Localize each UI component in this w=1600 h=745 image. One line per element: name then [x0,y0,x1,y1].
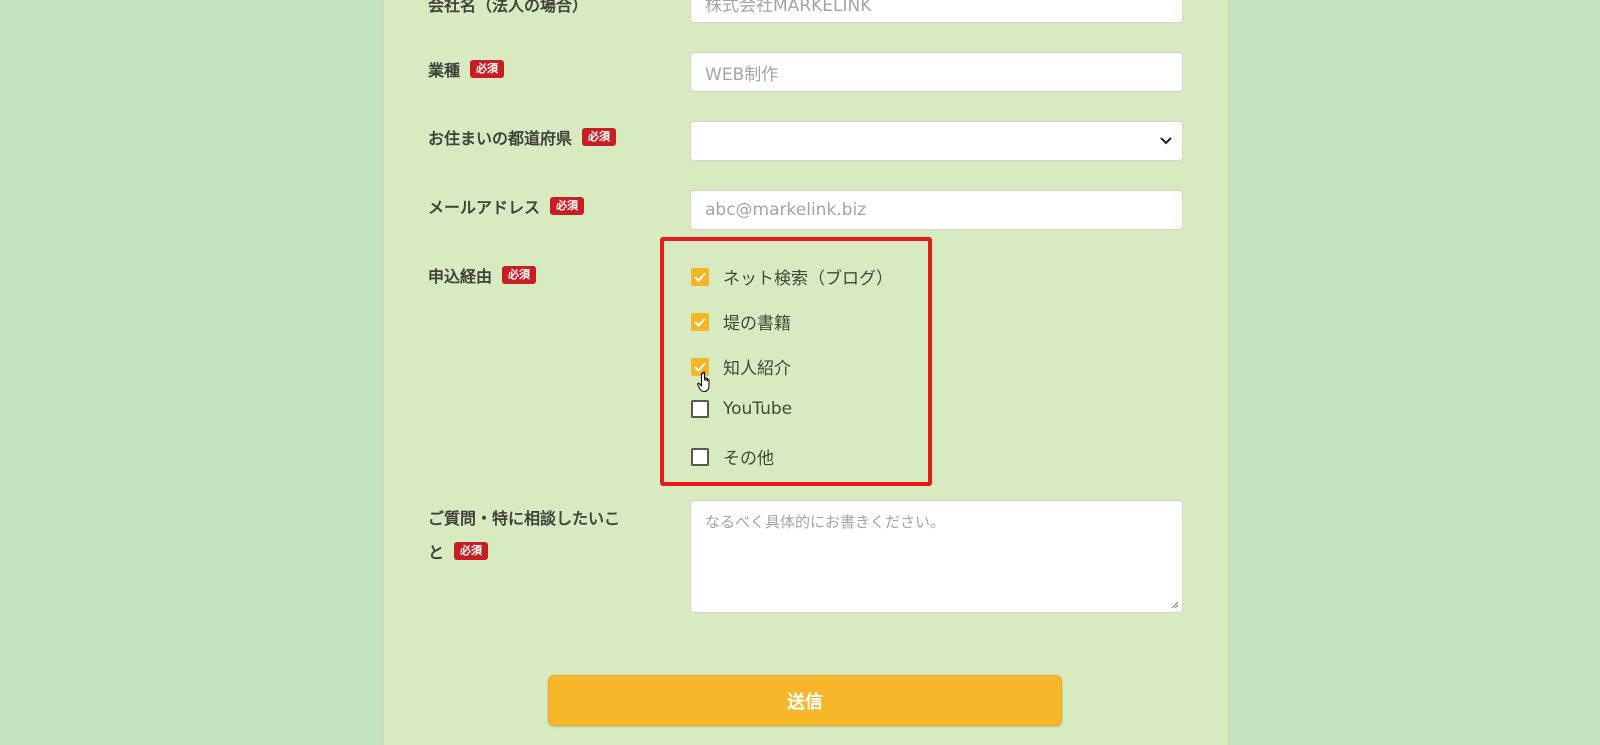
company-input[interactable]: 株式会社MARKELINK [690,0,1183,23]
prefecture-select[interactable] [690,121,1183,161]
submit-button[interactable]: 送信 [548,675,1062,726]
required-badge: 必須 [502,266,537,284]
checkmark-icon [694,362,706,372]
email-label: メールアドレス 必須 [428,195,585,217]
industry-input[interactable]: WEB制作 [690,52,1183,92]
required-badge: 必須 [582,128,617,146]
industry-label: 業種 必須 [428,58,505,80]
required-badge: 必須 [470,60,505,78]
checkbox[interactable] [691,400,709,418]
source-label: 申込経由 必須 [428,264,537,286]
source-option[interactable]: ネット検索（ブログ） [691,264,893,289]
question-label-line1: ご質問・特に相談したいこ [428,509,621,528]
prefecture-label: お住まいの都道府県 必須 [428,126,617,148]
email-input[interactable]: abc@markelink.biz [690,190,1183,230]
source-option-label: YouTube [723,399,793,419]
required-badge: 必須 [454,542,489,560]
source-option[interactable]: YouTube [691,399,792,419]
question-label-line2: と 必須 [428,540,489,562]
checkbox[interactable] [691,447,709,466]
source-option-label: 知人紹介 [723,359,791,379]
source-option-label: 堤の書籍 [723,314,791,334]
hand-pointer-icon [697,371,710,393]
checkmark-icon [694,272,706,282]
source-option[interactable]: その他 [691,444,774,469]
source-option-label: ネット検索（ブログ） [723,269,893,289]
source-option[interactable]: 堤の書籍 [691,309,791,334]
checkbox[interactable] [691,267,709,286]
chevron-down-icon [1160,137,1172,145]
required-badge: 必須 [550,197,585,215]
company-label: 会社名（法人の場合） [428,0,589,15]
checkbox[interactable] [691,312,709,331]
question-textarea[interactable]: なるべく具体的にお書きください。 [690,500,1183,613]
checkmark-icon [694,317,706,327]
source-option-label: その他 [723,449,774,469]
resize-grip-icon[interactable] [1171,601,1179,609]
